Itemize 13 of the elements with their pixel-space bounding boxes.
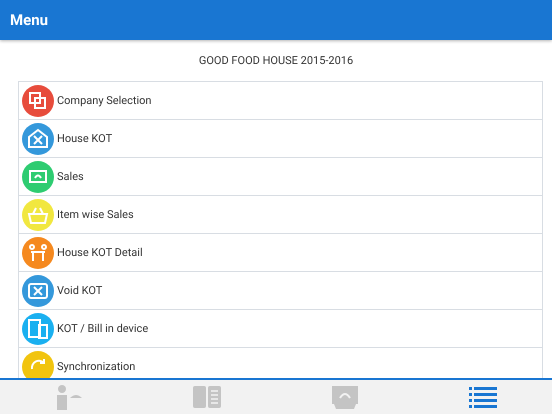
- menu-book-icon: [192, 384, 222, 410]
- menu-item[interactable]: House KOT: [19, 120, 542, 158]
- menu-item[interactable]: Sales: [19, 158, 542, 196]
- waiter-icon: [54, 384, 84, 410]
- menu-item[interactable]: Void KOT: [19, 272, 542, 310]
- company-title: GOOD FOOD HOUSE 2015-2016: [198, 54, 354, 67]
- menu-item[interactable]: House KOT Detail: [19, 234, 542, 272]
- menu-item[interactable]: KOT / Bill in device: [19, 310, 542, 348]
- list-icon: [468, 385, 498, 409]
- money-icon: [330, 384, 360, 410]
- menu-item[interactable]: Item wise Sales: [19, 196, 542, 234]
- app-bar-title: Menu: [10, 11, 48, 29]
- menu-item[interactable]: Company Selection: [19, 82, 542, 120]
